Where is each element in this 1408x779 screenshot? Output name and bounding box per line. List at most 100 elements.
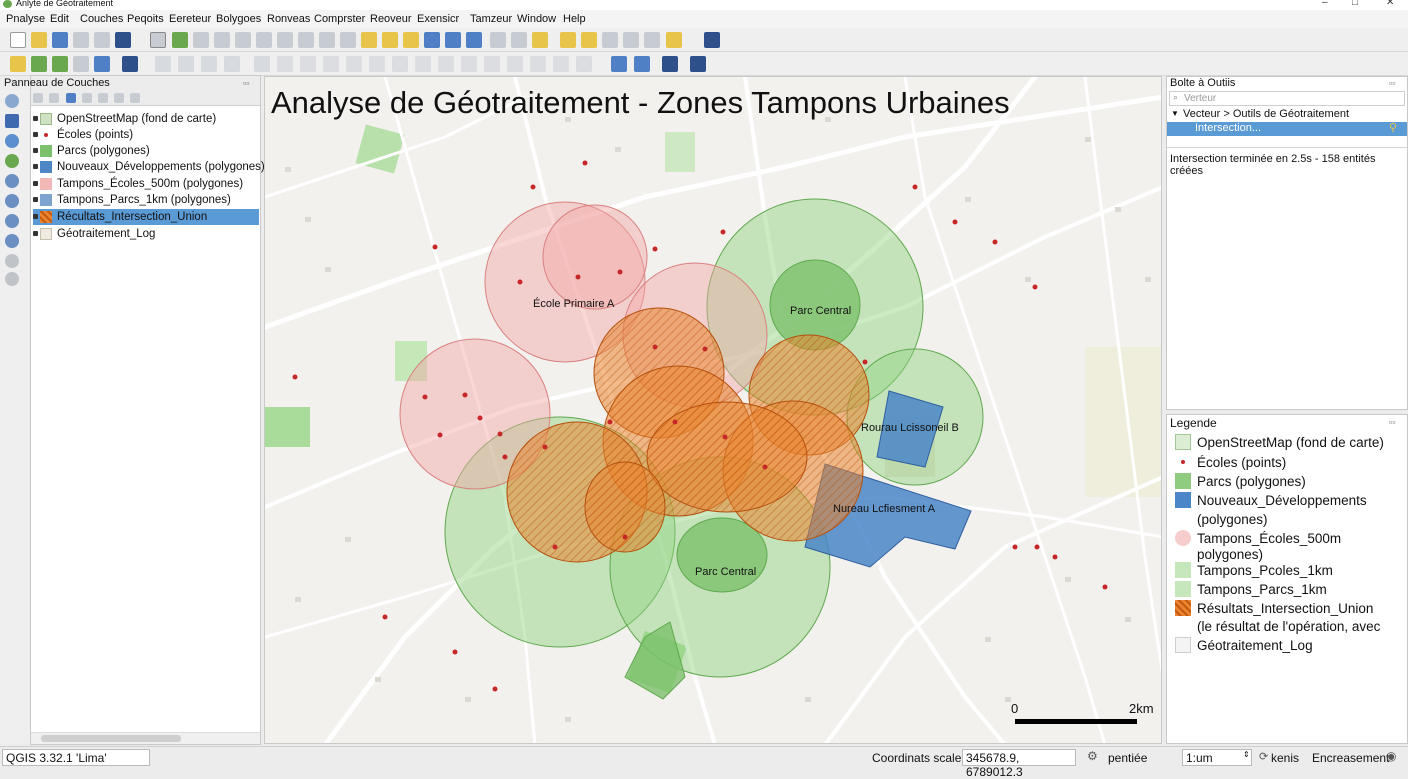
edit-icon[interactable] [94,56,110,72]
save-edits-icon[interactable] [122,56,138,72]
layer-item-nouveaux-developpements[interactable]: Nouveaux_Développements (polygones) [33,159,265,175]
layer-checkbox[interactable] [33,231,38,236]
label-tool-icon[interactable] [369,56,385,72]
add-virtual-icon[interactable] [5,254,19,268]
scale-combo[interactable]: 1:um ⇕ [1182,749,1252,766]
sync-icon[interactable] [466,32,482,48]
expand-all-icon[interactable] [98,93,108,103]
zoom-native-icon[interactable] [319,32,335,48]
menu-item[interactable]: Help [563,13,586,25]
menu-item[interactable]: Tamzeur [470,13,512,25]
map-canvas[interactable]: Analyse de Géotraitement - Zones Tampons… [264,76,1162,744]
annotation-icon[interactable] [666,32,682,48]
menu-item[interactable]: Couches [80,13,123,25]
new-map-view-icon[interactable] [382,32,398,48]
zoom-selection-icon[interactable] [277,32,293,48]
zoom-next-icon[interactable] [361,32,377,48]
diagram-icon[interactable] [507,56,523,72]
attribute-table-icon[interactable] [581,32,597,48]
toolbox-search-input[interactable]: ⌕ Verteur [1169,91,1405,106]
plugin-2-icon[interactable] [634,56,650,72]
zoom-full-icon[interactable] [256,32,272,48]
plugin-icon[interactable] [611,56,627,72]
label-change-icon[interactable] [484,56,500,72]
add-raster-icon[interactable] [52,56,68,72]
field-calculator-icon[interactable] [602,32,618,48]
pan-to-selection-icon[interactable] [172,32,188,48]
menu-item[interactable]: Peqoits [127,13,164,25]
select-by-value-icon[interactable] [532,32,548,48]
layer-item-tampons-parcs[interactable]: Tampons_Parcs_1km (polygones) [33,192,259,208]
magnifier-icon[interactable]: ⚙ [1087,749,1098,763]
zoom-out-icon[interactable] [214,32,230,48]
layer-checkbox[interactable] [33,164,38,169]
save-as-icon[interactable] [73,32,89,48]
label-rotate-icon[interactable] [461,56,477,72]
menu-item[interactable]: Edit [50,13,69,25]
add-wfs-icon[interactable] [5,234,19,248]
zoom-in-icon[interactable] [193,32,209,48]
python-console-icon[interactable] [704,32,720,48]
label-tool-2-icon[interactable] [530,56,546,72]
layer-style-icon[interactable] [33,93,43,103]
redo-icon[interactable] [346,56,362,72]
select-features-icon[interactable] [511,32,527,48]
reload-icon[interactable] [445,32,461,48]
label-move-icon[interactable] [438,56,454,72]
menu-item[interactable]: Eereteur [169,13,211,25]
add-postgis-icon[interactable] [5,194,19,208]
panel-close-icon[interactable]: ▫▫ [1389,417,1395,427]
locator-input[interactable]: QGIS 3.32.1 'Lima' [2,749,150,766]
panel-close-icon[interactable]: ▫▫ [243,78,249,88]
layer-checkbox[interactable] [33,116,38,121]
add-sensor-icon[interactable] [5,272,19,286]
remove-layer-icon[interactable] [130,93,140,103]
close-icon[interactable]: ✕ [1386,0,1394,8]
label-tool-3-icon[interactable] [553,56,569,72]
menu-item[interactable]: Window [517,13,556,25]
print-layout-icon[interactable] [94,32,110,48]
layer-item-resultats-intersection[interactable]: Récultats_Intersection_Union [33,209,259,225]
add-group-icon[interactable] [49,93,59,103]
statistics-icon[interactable] [623,32,639,48]
layer-checkbox[interactable] [33,197,38,202]
save-project-icon[interactable] [52,32,68,48]
panel-close-icon[interactable]: ▫▫ [1389,78,1395,88]
copy-icon[interactable] [277,56,293,72]
layer-checkbox[interactable] [33,214,38,219]
new-project-icon[interactable] [10,32,26,48]
refresh-icon[interactable] [424,32,440,48]
layer-item-tampons-ecoles[interactable]: Tampons_Écoles_500m (polygones) [33,176,259,192]
menu-item[interactable]: Exensicr [417,13,459,25]
label-pin-icon[interactable] [392,56,408,72]
coordinates-field[interactable]: 345678.9, 6789012.3 [962,749,1076,779]
spinner-icon[interactable]: ⇕ [1243,750,1250,759]
label-tool-4-icon[interactable] [576,56,592,72]
toolbox-tree-root[interactable]: Vecteur > Outils de Géotraitement [1183,108,1349,120]
layer-checkbox[interactable] [33,181,38,186]
zoom-layer-icon[interactable] [298,32,314,48]
plugin-3-icon[interactable] [662,56,678,72]
menu-item[interactable]: Comprster [314,13,365,25]
vertex-tool-icon[interactable] [178,56,194,72]
label-show-icon[interactable] [415,56,431,72]
temporal-controller-icon[interactable] [403,32,419,48]
layer-item-parcs[interactable]: Parcs (polygones) [33,143,259,159]
minimize-icon[interactable]: – [1322,0,1328,8]
delete-selected-icon[interactable] [224,56,240,72]
plugin-4-icon[interactable] [690,56,706,72]
move-feature-icon[interactable] [201,56,217,72]
cut-icon[interactable] [254,56,270,72]
paste-icon[interactable] [300,56,316,72]
collapse-all-icon[interactable] [114,93,124,103]
add-feature-icon[interactable] [155,56,171,72]
render-label[interactable]: Encreasement [1312,751,1389,765]
digitize-icon[interactable] [73,56,89,72]
add-raster-layer-icon[interactable] [5,114,19,128]
layer-item-geotraitement-log[interactable]: Géotraitement_Log [33,226,259,242]
layer-item-openstreetmap[interactable]: OpenStreetMap (fond de carte) [33,111,259,127]
add-vector-layer-icon[interactable] [5,94,19,108]
tree-expand-icon[interactable]: ▼ [1171,109,1179,118]
menu-item[interactable]: Ronveas [267,13,310,25]
add-mesh-layer-icon[interactable] [5,134,19,148]
